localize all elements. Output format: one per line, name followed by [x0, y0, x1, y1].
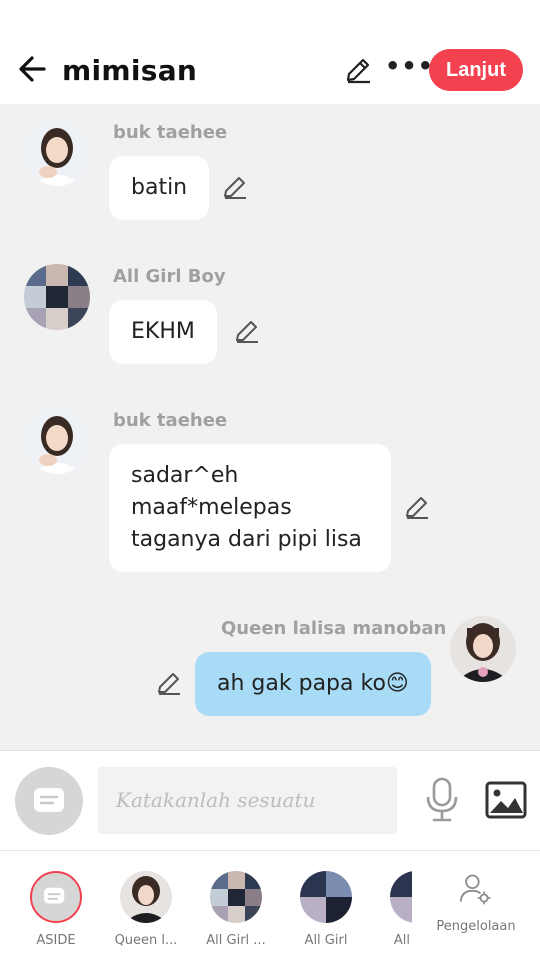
message-author: buk taehee — [113, 122, 228, 143]
chat-title: mimisan — [62, 54, 198, 87]
tab-all-girl[interactable]: All Girl — [286, 851, 366, 960]
edit-pencil-icon[interactable] — [156, 670, 182, 696]
edit-pencil-icon[interactable] — [404, 494, 430, 520]
avatar[interactable] — [24, 264, 90, 330]
avatar — [120, 871, 172, 923]
message-line: maaf*melepas — [131, 495, 292, 520]
tab-label: Pengelolaan — [436, 919, 516, 934]
avatar[interactable] — [24, 120, 90, 186]
tab-label: All Girl — [304, 933, 348, 948]
message-author: All Girl Boy — [113, 266, 226, 287]
edit-pencil-icon[interactable] — [222, 174, 248, 200]
chat-bubble-button[interactable] — [15, 767, 83, 835]
avatar[interactable] — [24, 408, 90, 474]
message-bubble[interactable]: sadar^eh maaf*melepas taganya dari pipi … — [109, 444, 391, 572]
message-author: Queen lalisa manoban — [221, 618, 447, 639]
more-options-icon[interactable]: ••• — [385, 54, 433, 84]
message-bubble[interactable]: batin — [109, 156, 210, 220]
message-line: taganya dari pipi lisa — [131, 527, 362, 552]
avatar — [210, 871, 262, 923]
message-bubble[interactable]: ah gak papa ko😊 — [195, 652, 431, 716]
microphone-icon[interactable] — [422, 777, 462, 823]
edit-pencil-icon[interactable] — [234, 318, 260, 344]
back-arrow-icon[interactable] — [16, 52, 50, 86]
chat-bubble-icon — [30, 871, 82, 923]
message-input[interactable]: Katakanlah sesuatu — [98, 767, 397, 834]
bottom-tab-bar: ASIDE Queen l... All Girl ... All Girl A… — [0, 850, 540, 960]
message-composer: Katakanlah sesuatu — [0, 750, 540, 850]
message-line: sadar^eh — [131, 463, 239, 488]
tab-management[interactable]: Pengelolaan — [430, 851, 522, 960]
avatar[interactable] — [450, 616, 516, 682]
user-settings-icon — [459, 874, 491, 905]
tab-label: All Girl ... — [206, 933, 266, 948]
tab-label: All — [393, 933, 410, 948]
tab-aside[interactable]: ASIDE — [16, 851, 96, 960]
tab-label: Queen l... — [114, 933, 178, 948]
avatar — [390, 871, 412, 923]
tab-label: ASIDE — [36, 933, 76, 948]
tab-all-girl-group[interactable]: All Girl ... — [196, 851, 276, 960]
avatar — [300, 871, 352, 923]
edit-pencil-icon[interactable] — [344, 56, 372, 84]
tab-queen-lalisa[interactable]: Queen l... — [106, 851, 186, 960]
chat-header: mimisan ••• Lanjut — [0, 0, 540, 104]
message-author: buk taehee — [113, 410, 228, 431]
next-button[interactable]: Lanjut — [429, 49, 523, 91]
image-icon[interactable] — [485, 781, 527, 819]
chat-bubble-icon — [34, 788, 64, 812]
message-bubble[interactable]: EKHM — [109, 300, 217, 364]
tab-all[interactable]: All — [376, 851, 412, 960]
